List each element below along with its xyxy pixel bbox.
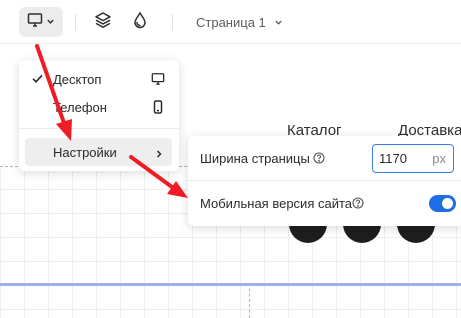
column-guide	[249, 283, 250, 318]
settings-submenu: Ширина страницы 1170 px Мобильная версия…	[188, 136, 461, 226]
menu-item-settings[interactable]: Настройки	[25, 138, 172, 166]
device-switch-button[interactable]	[19, 7, 63, 37]
checkmark-icon	[31, 72, 44, 88]
menu-item-label: Телефон	[53, 99, 107, 115]
menu-item-label: Десктоп	[53, 71, 102, 87]
toolbar-divider	[172, 14, 173, 30]
menu-item-desktop[interactable]: Десктоп	[19, 65, 179, 93]
page-width-label: Ширина страницы	[200, 150, 310, 166]
chevron-right-icon	[154, 147, 164, 162]
styles-button[interactable]	[125, 7, 155, 37]
editor-toolbar: Страница 1	[0, 0, 461, 44]
menu-divider	[19, 128, 179, 129]
layers-button[interactable]	[88, 7, 118, 37]
help-icon[interactable]	[313, 152, 325, 167]
device-dropdown-menu: Десктоп Телефон Настройки	[19, 60, 179, 171]
chevron-down-icon	[46, 13, 55, 31]
page-selector-label: Страница 1	[196, 14, 266, 30]
toggle-knob	[442, 198, 453, 209]
page-width-value: 1170	[379, 151, 407, 166]
page-selector[interactable]: Страница 1	[188, 7, 291, 37]
mobile-version-setting: Мобильная версия сайта	[188, 181, 461, 225]
mobile-version-toggle[interactable]	[429, 195, 456, 212]
mobile-version-label: Мобильная версия сайта	[200, 195, 352, 211]
menu-item-label: Настройки	[53, 144, 117, 160]
monitor-icon	[151, 72, 165, 89]
page-width-unit: px	[432, 151, 446, 166]
toolbar-divider	[75, 14, 76, 30]
selected-block-guide	[0, 283, 461, 286]
phone-icon	[151, 100, 165, 117]
drop-icon	[133, 10, 147, 34]
layers-icon	[94, 11, 112, 34]
page-width-input[interactable]: 1170 px	[372, 144, 454, 173]
page-width-setting: Ширина страницы 1170 px	[188, 136, 461, 180]
desktop-monitor-icon	[27, 12, 43, 33]
menu-item-phone[interactable]: Телефон	[19, 93, 179, 121]
chevron-down-icon	[274, 15, 283, 30]
help-icon[interactable]	[352, 197, 364, 212]
